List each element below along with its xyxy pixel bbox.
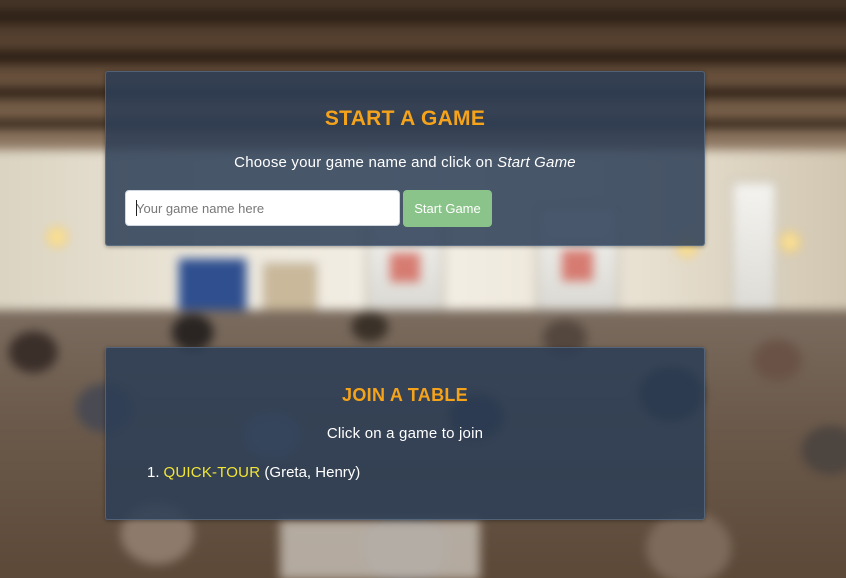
- join-table-instructions: Click on a game to join: [326, 425, 484, 442]
- text-caret: [136, 200, 137, 216]
- start-game-button[interactable]: Start Game: [403, 190, 492, 227]
- instructions-emphasis: Start Game: [497, 154, 576, 171]
- join-table-title: JOIN A TABLE: [342, 385, 468, 405]
- start-game-panel: START A GAME Choose your game name and c…: [105, 71, 705, 246]
- game-name-input[interactable]: [125, 190, 400, 226]
- list-item-number: 1.: [147, 464, 160, 481]
- game-players: (Greta, Henry): [264, 464, 361, 481]
- games-list: 1. QUICK-TOUR (Greta, Henry): [147, 463, 360, 483]
- game-link-quick-tour[interactable]: QUICK-TOUR: [164, 464, 261, 481]
- instructions-text: Choose your game name and click on: [234, 154, 498, 171]
- start-game-title: START A GAME: [324, 107, 486, 130]
- list-item: 1. QUICK-TOUR (Greta, Henry): [147, 463, 360, 483]
- start-game-instructions: Choose your game name and click on Start…: [106, 154, 704, 171]
- join-table-panel: JOIN A TABLE Click on a game to join 1. Q…: [105, 347, 705, 520]
